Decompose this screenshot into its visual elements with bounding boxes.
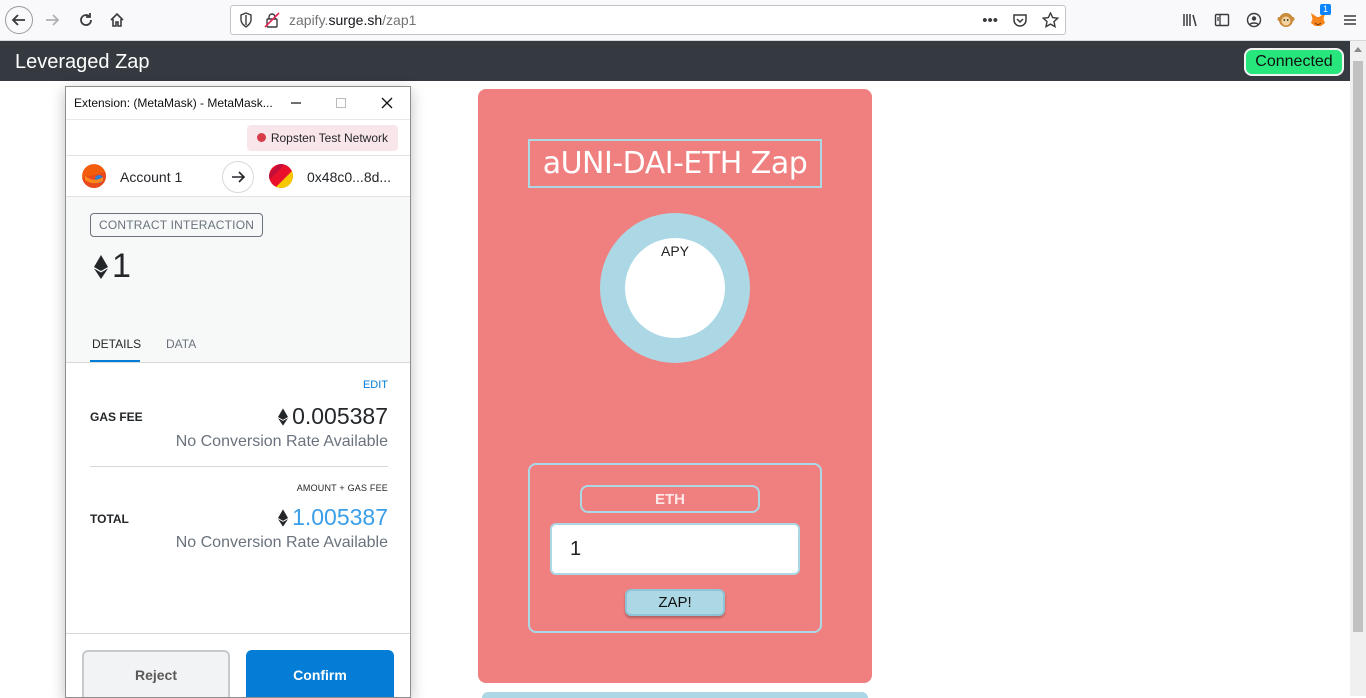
forward-arrow-icon[interactable]	[38, 6, 66, 34]
scroll-thumb[interactable]	[1353, 61, 1363, 632]
ethereum-icon	[94, 254, 108, 279]
details-tabs: DETAILS DATA	[66, 321, 410, 363]
ethereum-icon	[278, 407, 289, 426]
account-avatar	[82, 164, 106, 188]
recipient-avatar	[269, 164, 293, 188]
contract-interaction-label: CONTRACT INTERACTION	[90, 213, 264, 237]
amount-input[interactable]	[550, 523, 800, 575]
ethereum-icon	[278, 508, 289, 527]
edit-link[interactable]: EDIT	[363, 379, 388, 391]
zap-title: aUNI-DAI-ETH Zap	[542, 146, 808, 181]
tab-details[interactable]: DETAILS	[92, 337, 141, 351]
apy-label: APY	[660, 243, 689, 259]
popup-footer: Reject Confirm	[66, 633, 410, 697]
zap-title-box: aUNI-DAI-ETH Zap	[528, 139, 822, 188]
app-navbar: Leveraged Zap Connected	[0, 41, 1350, 81]
amount-gas-label: AMOUNT + GAS FEE	[296, 483, 388, 493]
network-status-dot	[256, 133, 266, 142]
recipient-address[interactable]: 0x48c0...8d...	[307, 169, 391, 185]
zap-button[interactable]: ZAP!	[625, 589, 725, 616]
insecure-lock-icon[interactable]	[264, 12, 280, 28]
pocket-icon[interactable]	[1012, 12, 1028, 28]
gas-fee-label: GAS FEE	[90, 410, 143, 424]
popup-title: Extension: (MetaMask) - MetaMask...	[74, 96, 273, 110]
currency-label: ETH	[580, 485, 760, 513]
metamask-fox-icon[interactable]: 1	[1302, 4, 1334, 34]
maximize-icon[interactable]	[329, 91, 353, 115]
monkey-extension-icon[interactable]	[1270, 6, 1302, 34]
details-divider	[90, 466, 388, 467]
bookmark-star-icon[interactable]	[1042, 12, 1059, 28]
scroll-up-arrow-icon[interactable]	[1354, 47, 1362, 52]
network-selector[interactable]: Ropsten Test Network	[246, 125, 398, 151]
address-bar[interactable]: zapify.surge.sh/zap1 •••	[230, 5, 1066, 35]
zap-form: ETH ZAP!	[528, 463, 822, 633]
network-header: Ropsten Test Network	[66, 119, 410, 155]
active-tab-indicator	[90, 360, 140, 362]
total-value: 1.005387	[278, 504, 388, 531]
account-icon[interactable]	[1238, 6, 1270, 34]
apy-ring: APY	[600, 213, 750, 363]
back-arrow-icon[interactable]	[5, 6, 33, 34]
sender-recipient-row: Account 1 0x48c0...8d...	[66, 155, 410, 197]
transaction-amount-value: 1	[112, 247, 131, 285]
connected-button[interactable]: Connected	[1244, 48, 1344, 76]
reject-button[interactable]: Reject	[82, 650, 230, 697]
details-panel: EDIT GAS FEE 0.005387 No Conversion Rate…	[66, 363, 410, 633]
gas-fee-conversion: No Conversion Rate Available	[175, 433, 388, 450]
arrow-right-icon	[222, 161, 254, 193]
page-scrollbar[interactable]	[1350, 41, 1366, 696]
browser-toolbar: zapify.surge.sh/zap1 ••• 1	[0, 0, 1366, 41]
library-icon[interactable]	[1174, 6, 1206, 34]
network-name: Ropsten Test Network	[270, 131, 388, 145]
page-actions-icon[interactable]: •••	[982, 12, 998, 29]
reload-icon[interactable]	[72, 6, 100, 34]
sender-account-name[interactable]: Account 1	[120, 169, 182, 185]
transaction-amount: 1	[94, 247, 131, 286]
zap-card: aUNI-DAI-ETH Zap APY ETH ZAP!	[478, 89, 872, 683]
gas-fee-value: 0.005387	[278, 403, 388, 430]
extension-badge: 1	[1319, 4, 1331, 15]
total-conversion: No Conversion Rate Available	[175, 534, 388, 551]
tab-data[interactable]: DATA	[166, 337, 196, 351]
confirm-button[interactable]: Confirm	[246, 650, 394, 697]
home-icon[interactable]	[103, 6, 131, 34]
metamask-popup: Extension: (MetaMask) - MetaMask... Rops…	[65, 86, 411, 698]
next-card-edge	[482, 692, 868, 698]
popup-titlebar[interactable]: Extension: (MetaMask) - MetaMask...	[66, 87, 410, 119]
tracking-shield-icon[interactable]	[239, 12, 253, 28]
minimize-icon[interactable]	[284, 91, 308, 115]
close-icon[interactable]	[375, 91, 399, 115]
total-label: TOTAL	[90, 512, 129, 526]
sidebar-icon[interactable]	[1206, 6, 1238, 34]
url-text[interactable]: zapify.surge.sh/zap1	[289, 12, 416, 28]
total-amount: 1.005387	[292, 504, 388, 530]
hamburger-menu-icon[interactable]	[1334, 6, 1366, 34]
gas-fee-amount: 0.005387	[292, 403, 388, 429]
app-title[interactable]: Leveraged Zap	[15, 51, 150, 74]
